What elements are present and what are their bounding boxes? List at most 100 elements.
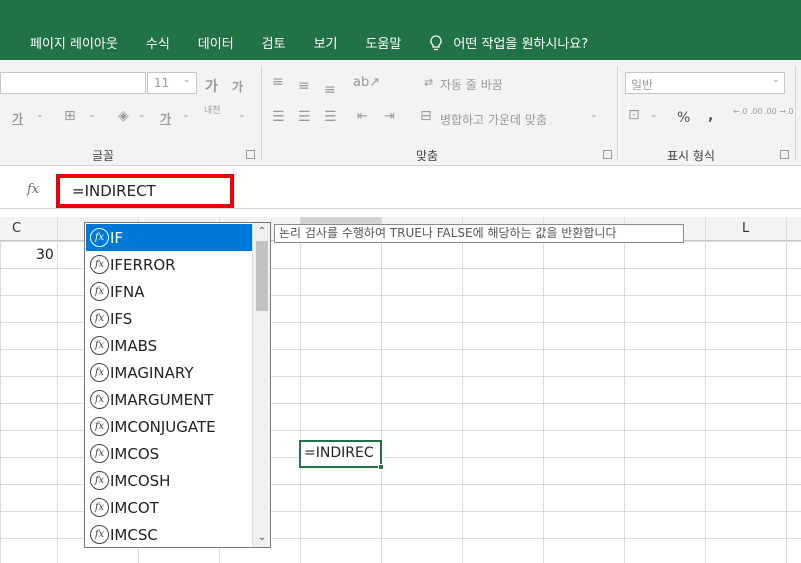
function-autocomplete-list[interactable]: fx IF fx IFERROR fx IFNA fx IFS fx IMABS fx IM…: [84, 222, 271, 548]
grid-line: [57, 217, 58, 563]
align-top-icon[interactable]: ≡: [272, 74, 284, 90]
chevron-down-icon[interactable]: ⌄: [650, 110, 658, 120]
active-cell-text: =INDIREC: [304, 445, 374, 461]
ribbon-tab-bar: 페이지 레이아웃 수식 데이터 검토 보기 도움말 어떤 작업을 원하시나요?: [0, 0, 801, 60]
autocomplete-item[interactable]: fx IF: [86, 224, 252, 251]
grid-line: [543, 217, 544, 563]
align-right-icon[interactable]: ☰: [324, 109, 337, 125]
chevron-down-icon[interactable]: ⌄: [138, 110, 146, 120]
function-name: IFNA: [110, 282, 145, 301]
tab-formulas[interactable]: 수식: [146, 33, 170, 52]
function-name: IMCOSH: [110, 471, 171, 490]
shrink-font-button[interactable]: 가: [232, 78, 243, 95]
comma-button[interactable]: ,: [708, 108, 713, 124]
chevron-down-icon[interactable]: ⌄: [238, 110, 246, 120]
autocomplete-item[interactable]: fx IMAGINARY: [86, 359, 252, 386]
function-icon: fx: [90, 282, 109, 301]
chevron-down-icon[interactable]: ⌄: [253, 529, 271, 547]
tab-page-layout[interactable]: 페이지 레이아웃: [30, 33, 118, 52]
font-color-button[interactable]: 가: [160, 110, 171, 127]
insert-function-icon[interactable]: fx: [27, 182, 39, 197]
number-launcher-icon[interactable]: [780, 150, 789, 159]
active-cell[interactable]: =INDIREC: [299, 440, 384, 470]
function-icon: fx: [90, 390, 109, 409]
formula-input[interactable]: =INDIRECT: [72, 182, 156, 200]
percent-button[interactable]: %: [677, 110, 690, 126]
function-icon: fx: [90, 471, 109, 490]
phonetic-button[interactable]: 내천: [204, 107, 224, 116]
increase-decimal-button[interactable]: ←.0 .00: [733, 107, 763, 116]
autocomplete-item[interactable]: fx IMCOS: [86, 440, 252, 467]
function-icon: fx: [90, 363, 109, 382]
autocomplete-item[interactable]: fx IMARGUMENT: [86, 386, 252, 413]
ribbon-separator: [261, 66, 262, 160]
merge-center-button[interactable]: 병합하고 가운데 맞춤: [440, 111, 547, 128]
autocomplete-scrollbar[interactable]: ⌃ ⌄: [252, 223, 270, 547]
autocomplete-item[interactable]: fx IMABS: [86, 332, 252, 359]
grid-line: [462, 217, 463, 563]
decrease-indent-icon[interactable]: ⇤: [357, 109, 368, 124]
function-name: IMCOT: [110, 498, 159, 517]
chevron-down-icon[interactable]: ⌄: [590, 110, 598, 120]
tab-view[interactable]: 보기: [314, 33, 338, 52]
autocomplete-item[interactable]: fx IMCOT: [86, 494, 252, 521]
ribbon: 11 ⌄ 가 가 가 ⌄ ⊞ ⌄ ◈ ⌄ 가 ⌄ 내천 ⌄ 글꼴 ≡ ≡ ≡ a…: [0, 60, 801, 166]
chevron-down-icon[interactable]: ⌄: [88, 110, 96, 120]
autocomplete-item[interactable]: fx IMCONJUGATE: [86, 413, 252, 440]
align-bottom-icon[interactable]: ≡: [324, 82, 336, 98]
chevron-up-icon[interactable]: ⌃: [253, 223, 271, 241]
function-icon: fx: [90, 255, 109, 274]
tell-me-box[interactable]: 어떤 작업을 원하시나요?: [429, 33, 588, 52]
merge-icon[interactable]: ⊟: [420, 108, 432, 124]
chevron-down-icon: ⌄: [183, 75, 191, 85]
fill-handle[interactable]: [378, 464, 384, 470]
alignment-launcher-icon[interactable]: [603, 150, 612, 159]
function-icon: fx: [90, 444, 109, 463]
column-header-c[interactable]: C: [12, 221, 21, 236]
autocomplete-item[interactable]: fx IMCOSH: [86, 467, 252, 494]
group-label-font: 글꼴: [92, 149, 115, 163]
orientation-icon[interactable]: ab↗: [353, 75, 380, 90]
function-tooltip: 논리 검사를 수행하여 TRUE나 FALSE에 해당하는 값을 반환합니다: [274, 224, 684, 243]
underline-button[interactable]: 가: [12, 110, 23, 127]
group-label-alignment: 맞춤: [416, 149, 439, 163]
align-middle-icon[interactable]: ≡: [298, 78, 310, 94]
function-name: IMCOS: [110, 444, 160, 463]
autocomplete-item[interactable]: fx IFNA: [86, 278, 252, 305]
font-size-dropdown[interactable]: 11 ⌄: [147, 72, 197, 94]
chevron-down-icon[interactable]: ⌄: [182, 110, 190, 120]
grid-line: [624, 217, 625, 563]
font-launcher-icon[interactable]: [246, 150, 255, 159]
group-label-number: 표시 형식: [667, 149, 715, 163]
align-left-icon[interactable]: ☰: [272, 109, 285, 125]
increase-indent-icon[interactable]: ⇥: [384, 109, 395, 124]
decrease-decimal-button[interactable]: .00 →.0: [764, 107, 794, 116]
font-name-dropdown[interactable]: [0, 72, 146, 94]
wrap-text-icon[interactable]: ⇄: [424, 76, 433, 89]
function-name: IFS: [110, 309, 133, 328]
align-center-icon[interactable]: ☰: [298, 109, 311, 125]
tab-data[interactable]: 데이터: [198, 33, 234, 52]
autocomplete-item[interactable]: fx IFERROR: [86, 251, 252, 278]
fill-color-icon[interactable]: ◈: [118, 108, 129, 124]
wrap-text-button[interactable]: 자동 줄 바꿈: [440, 76, 503, 93]
number-format-value: 일반: [631, 78, 654, 92]
function-icon: fx: [90, 525, 109, 544]
chevron-down-icon[interactable]: ⌄: [36, 110, 44, 120]
autocomplete-item[interactable]: fx IMCSC: [86, 521, 252, 548]
cell-value[interactable]: 30: [36, 247, 54, 263]
lightbulb-icon: [430, 34, 443, 50]
accounting-format-icon[interactable]: ⊡: [628, 107, 640, 123]
autocomplete-item[interactable]: fx IFS: [86, 305, 252, 332]
grid-line: [786, 217, 787, 563]
function-icon: fx: [90, 498, 109, 517]
tab-help[interactable]: 도움말: [366, 33, 402, 52]
scrollbar-thumb[interactable]: [256, 241, 268, 311]
tab-review[interactable]: 검토: [262, 33, 286, 52]
number-format-dropdown[interactable]: 일반 ⌄: [625, 72, 785, 94]
borders-icon[interactable]: ⊞: [64, 108, 76, 124]
column-header-l[interactable]: L: [742, 221, 749, 236]
ribbon-separator: [617, 66, 618, 160]
grow-font-button[interactable]: 가: [205, 76, 218, 96]
function-name: IMCONJUGATE: [110, 417, 216, 436]
